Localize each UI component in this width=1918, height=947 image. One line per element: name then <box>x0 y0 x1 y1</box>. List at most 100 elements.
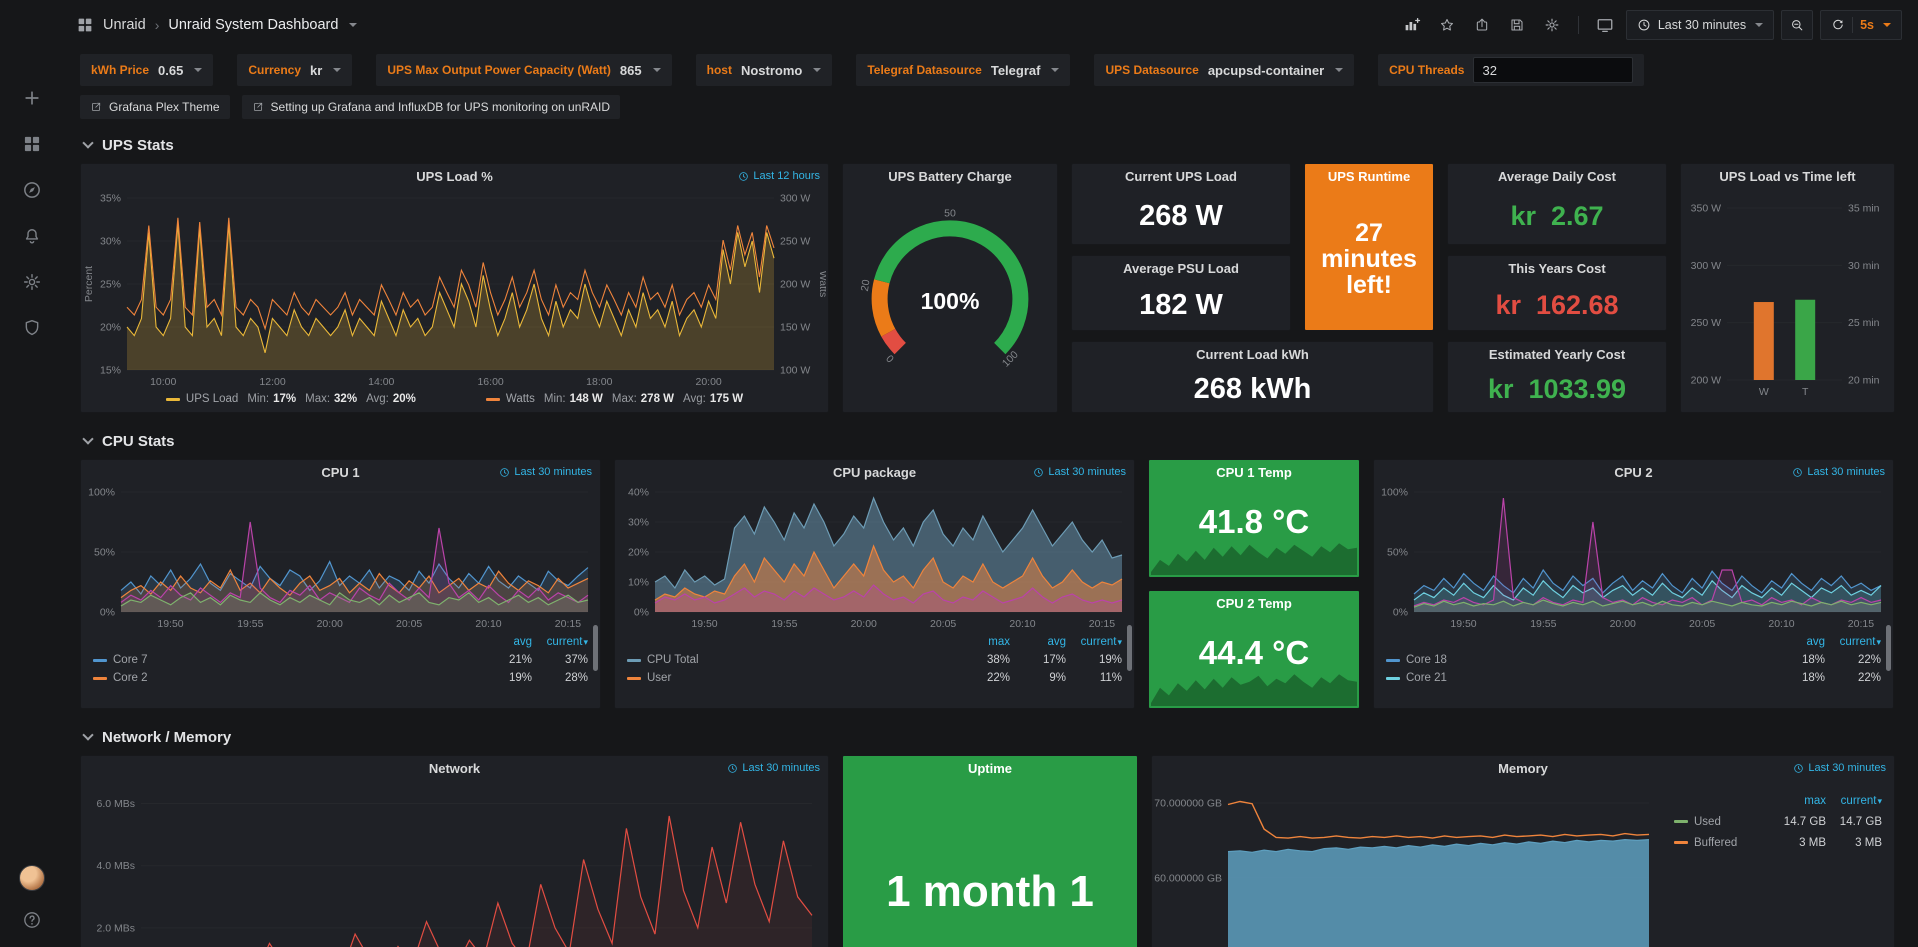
panel-title[interactable]: CPU 2 Temp <box>1149 591 1359 615</box>
add-panel-button[interactable] <box>1398 11 1426 39</box>
sidebar-dashboards-button[interactable] <box>12 129 52 159</box>
sidebar-alerting-button[interactable] <box>12 221 52 251</box>
panel-time-override[interactable]: Last 30 minutes <box>1793 762 1886 774</box>
cycle-view-button[interactable] <box>1591 11 1619 39</box>
legend-sort-max[interactable]: max <box>954 636 1010 648</box>
panel-title[interactable]: UPS Load vs Time left <box>1681 164 1894 188</box>
series-color-swatch <box>93 677 107 680</box>
variable-ups-datasource[interactable]: UPS Datasourceapcupsd-container <box>1094 54 1354 86</box>
legend-item[interactable]: WattsMin:148 WMax:278 WAvg:175 W <box>486 393 743 405</box>
variable-ups-max-power[interactable]: UPS Max Output Power Capacity (Watt)865 <box>376 54 671 86</box>
panel-time-override[interactable]: Last 12 hours <box>738 170 820 182</box>
legend-item[interactable]: Core 2118%22% <box>1374 669 1893 687</box>
legend-item[interactable]: Buffered3 MB3 MB <box>1672 832 1884 853</box>
legend-item[interactable]: CPU Total38%17%19% <box>615 651 1134 669</box>
panel-title[interactable]: UPS Load % <box>81 164 828 188</box>
user-avatar[interactable] <box>12 863 52 893</box>
variable-caret <box>194 68 202 72</box>
share-button[interactable] <box>1468 11 1496 39</box>
panel-title[interactable]: Estimated Yearly Cost <box>1448 342 1666 366</box>
breadcrumb-folder[interactable]: Unraid <box>103 17 146 33</box>
panel-title[interactable]: Average Daily Cost <box>1448 164 1666 188</box>
legend-sort-avg[interactable]: avg <box>1769 636 1825 648</box>
panel-time-override[interactable]: Last 30 minutes <box>727 762 820 774</box>
dashboard-link[interactable]: Setting up Grafana and InfluxDB for UPS … <box>242 95 621 119</box>
panel-title[interactable]: CPU 1 Temp <box>1149 460 1359 484</box>
dashboard-picker-caret[interactable] <box>349 23 357 27</box>
legend-scrollbar[interactable] <box>593 625 598 671</box>
legend-item[interactable]: Core 721%37% <box>81 651 600 669</box>
breadcrumb-dashboard-title[interactable]: Unraid System Dashboard <box>168 17 338 33</box>
chart-legend: UPS LoadMin:17%Max:32%Avg:20%WattsMin:14… <box>81 388 828 410</box>
series-stat: 3 MB <box>1770 837 1826 849</box>
panel-title[interactable]: UPS Battery Charge <box>843 164 1057 188</box>
grafana-logo[interactable] <box>14 8 50 49</box>
panel-time-override[interactable]: Last 30 minutes <box>499 466 592 478</box>
star-button[interactable] <box>1433 11 1461 39</box>
legend-item[interactable]: User22%9%11% <box>615 669 1134 687</box>
cpu1-temp-sparkline <box>1151 535 1357 575</box>
legend-sort-current[interactable]: current▾ <box>1066 636 1122 648</box>
save-button[interactable] <box>1503 11 1531 39</box>
time-range-label: Last 30 minutes <box>1658 18 1746 32</box>
legend-sort-current[interactable]: current▾ <box>1825 636 1881 648</box>
panel-time-override[interactable]: Last 30 minutes <box>1792 466 1885 478</box>
section-header-network-memory[interactable]: Network / Memory <box>84 729 1902 746</box>
legend-sort-avg[interactable]: avg <box>476 636 532 648</box>
variable-telegraf-datasource[interactable]: Telegraf DatasourceTelegraf <box>856 54 1070 86</box>
sidebar-explore-button[interactable] <box>12 175 52 205</box>
sidebar-configuration-button[interactable] <box>12 267 52 297</box>
refresh-button[interactable]: 5s <box>1820 10 1902 40</box>
svg-text:0%: 0% <box>634 607 649 619</box>
dashboard-submenu: kWh Price0.65 Currencykr UPS Max Output Po… <box>64 50 1918 119</box>
panel-title[interactable]: Average PSU Load <box>1072 256 1290 280</box>
stat-value: 278 W <box>641 393 674 405</box>
panel-ups-battery-charge: UPS Battery Charge 02050100100% <box>842 163 1058 413</box>
refresh-interval-select[interactable]: 5s <box>1860 18 1874 32</box>
svg-text:19:55: 19:55 <box>771 618 797 630</box>
legend-sort-max[interactable]: max <box>1770 795 1826 807</box>
network-chart: 6.0 MBs4.0 MBs2.0 MBs <box>81 780 826 947</box>
legend-item[interactable]: UPS LoadMin:17%Max:32%Avg:20% <box>166 393 416 405</box>
series-stat: 28% <box>532 672 588 684</box>
panel-title[interactable]: Uptime <box>843 756 1137 780</box>
legend-scrollbar[interactable] <box>1127 625 1132 671</box>
variable-value: apcupsd-container <box>1208 63 1324 78</box>
variable-cpu-threads[interactable]: CPU Threads <box>1378 54 1644 86</box>
variable-currency[interactable]: Currencykr <box>237 54 352 86</box>
variable-kwh-price[interactable]: kWh Price0.65 <box>80 54 213 86</box>
dashboard-settings-button[interactable] <box>1538 11 1566 39</box>
panel-title[interactable]: Network <box>81 756 828 780</box>
variable-host[interactable]: hostNostromo <box>696 54 833 86</box>
section-header-cpu-stats[interactable]: CPU Stats <box>84 433 1902 450</box>
time-range-button[interactable]: Last 30 minutes <box>1626 10 1774 40</box>
legend-item[interactable]: Core 1818%22% <box>1374 651 1893 669</box>
section-header-ups-stats[interactable]: UPS Stats <box>84 137 1902 154</box>
sidebar-create-button[interactable] <box>12 83 52 113</box>
sidebar-admin-button[interactable] <box>12 313 52 343</box>
panel-title[interactable]: This Years Cost <box>1448 256 1666 280</box>
variable-value: kr <box>310 63 322 78</box>
stat-label: Max: <box>612 393 637 405</box>
panel-ups-runtime: UPS Runtime 27 minutes left! <box>1304 163 1434 331</box>
stat-value: 20% <box>393 393 416 405</box>
variable-input-cpu-threads[interactable] <box>1473 57 1633 83</box>
panel-title[interactable]: Memory <box>1152 756 1894 780</box>
help-button[interactable] <box>12 905 52 935</box>
legend-sort-current[interactable]: current▾ <box>532 636 588 648</box>
svg-text:250 W: 250 W <box>1691 317 1721 329</box>
panel-title[interactable]: Current UPS Load <box>1072 164 1290 188</box>
series-stat: 18% <box>1769 654 1825 666</box>
legend-item[interactable]: Used14.7 GB14.7 GB <box>1672 811 1884 832</box>
legend-item[interactable]: Core 219%28% <box>81 669 600 687</box>
svg-text:19:55: 19:55 <box>1530 618 1556 630</box>
zoom-out-button[interactable] <box>1781 10 1813 40</box>
panel-title[interactable]: UPS Runtime <box>1305 164 1433 188</box>
dashboard-icon <box>76 16 94 34</box>
panel-title[interactable]: Current Load kWh <box>1072 342 1433 366</box>
legend-sort-avg[interactable]: avg <box>1010 636 1066 648</box>
panel-time-override[interactable]: Last 30 minutes <box>1033 466 1126 478</box>
legend-sort-current[interactable]: current▾ <box>1826 795 1882 807</box>
legend-scrollbar[interactable] <box>1886 625 1891 671</box>
dashboard-link[interactable]: Grafana Plex Theme <box>80 95 230 119</box>
